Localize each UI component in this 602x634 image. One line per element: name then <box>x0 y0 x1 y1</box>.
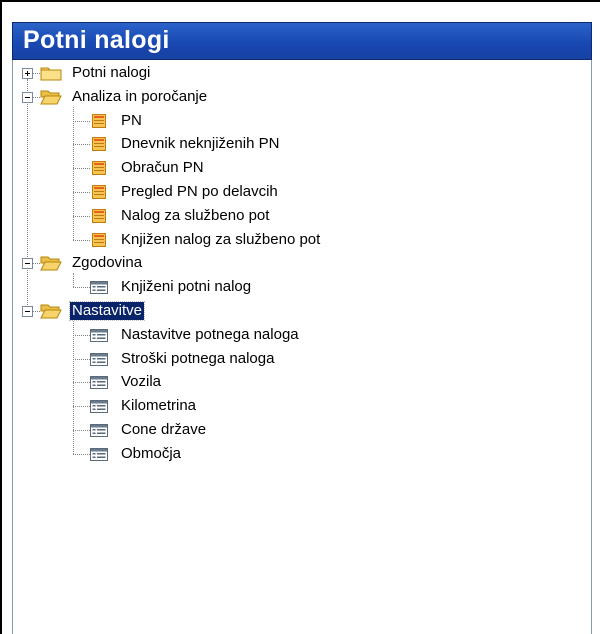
tree-connector <box>33 311 40 312</box>
tree-node-label[interactable]: Potni nalogi <box>70 64 152 82</box>
tree-item-label[interactable]: Stroški potnega naloga <box>119 350 276 368</box>
tree-child-item[interactable]: Dnevnik neknjiženih PN <box>13 133 573 155</box>
report-icon <box>92 208 106 223</box>
tree-child-item[interactable]: Stroški potnega naloga <box>13 348 573 370</box>
tree-item-label[interactable]: Knjiženi potni nalog <box>119 278 253 296</box>
report-icon <box>92 232 106 247</box>
tree-connector <box>73 453 90 455</box>
tree-item-label[interactable]: Pregled PN po delavcih <box>119 183 280 201</box>
tree-connector <box>73 239 90 241</box>
collapse-minus-icon[interactable] <box>22 91 33 103</box>
tree-item-label[interactable]: Obračun PN <box>119 159 206 177</box>
form-icon <box>90 328 108 342</box>
tree-connector <box>73 287 90 289</box>
window-header: Potni nalogi <box>12 22 592 60</box>
tree-connector <box>73 168 90 170</box>
tree-connector <box>33 96 40 98</box>
tree-child-item[interactable]: PN <box>13 110 573 132</box>
tree-child-item[interactable]: Obračun PN <box>13 157 573 179</box>
tree-panel[interactable]: Potni nalogi Analiza in poročanje PN Dnevni… <box>12 60 592 634</box>
folder-icon <box>40 65 62 81</box>
tree-item-label[interactable]: Vozila <box>119 373 163 391</box>
tree-vertical-connector <box>73 273 74 288</box>
tree-connector <box>73 120 90 122</box>
tree-item-label[interactable]: Cone države <box>119 421 208 439</box>
tree-connector <box>73 358 90 360</box>
form-icon <box>90 400 108 414</box>
folder-open-icon <box>40 255 62 271</box>
form-icon <box>90 281 108 295</box>
tree-connector <box>33 263 40 265</box>
tree-connector <box>73 192 90 193</box>
tree-item-label[interactable]: Nastavitve potnega naloga <box>119 326 301 344</box>
report-icon <box>92 113 106 128</box>
tree-child-item[interactable]: Nastavitve potnega naloga <box>13 324 573 346</box>
collapse-minus-icon[interactable] <box>22 306 33 317</box>
tree-item-label[interactable]: PN <box>119 112 144 130</box>
collapse-minus-icon[interactable] <box>22 258 33 270</box>
navigation-tree[interactable]: Potni nalogi Analiza in poročanje PN Dnevni… <box>13 60 591 634</box>
report-icon <box>92 137 106 152</box>
tree-child-item[interactable]: Cone države <box>13 419 573 441</box>
tree-item-label[interactable]: Nalog za službeno pot <box>119 207 271 225</box>
tree-connector <box>73 382 90 384</box>
tree-connector <box>73 406 90 408</box>
report-icon <box>92 185 106 199</box>
tree-child-item[interactable]: Območja <box>13 443 573 465</box>
tree-item-label[interactable]: Knjižen nalog za službeno pot <box>119 231 322 249</box>
tree-child-item[interactable]: Nalog za službeno pot <box>13 205 573 227</box>
tree-connector <box>73 144 90 146</box>
tree-item-label[interactable]: Območja <box>119 445 183 463</box>
form-icon <box>90 376 108 390</box>
form-icon <box>90 352 108 366</box>
expand-plus-icon[interactable] <box>22 68 33 79</box>
window-title: Potni nalogi <box>23 26 170 54</box>
tree-item-label[interactable]: Kilometrina <box>119 397 198 415</box>
tree-item-label[interactable]: Dnevnik neknjiženih PN <box>119 135 281 153</box>
tree-node-label[interactable]: Analiza in poročanje <box>70 88 209 106</box>
tree-node-label[interactable]: Nastavitve <box>68 301 146 321</box>
tree-vertical-connector <box>73 320 74 454</box>
form-icon <box>90 424 108 437</box>
tree-connector <box>73 334 90 336</box>
tree-child-item[interactable]: Kilometrina <box>13 395 573 417</box>
folder-open-icon <box>40 303 62 319</box>
tree-node-2[interactable]: Analiza in poročanje <box>13 86 573 108</box>
tree-node-4[interactable]: Nastavitve <box>13 300 573 322</box>
form-icon <box>90 447 108 461</box>
report-icon <box>92 161 106 176</box>
tree-connector <box>73 430 90 431</box>
tree-child-item[interactable]: Knjižen nalog za službeno pot <box>13 229 573 251</box>
tree-child-item[interactable]: Pregled PN po delavcih <box>13 181 573 203</box>
tree-node-3[interactable]: Zgodovina <box>13 252 573 274</box>
tree-child-item[interactable]: Vozila <box>13 371 573 393</box>
tree-child-item[interactable]: Knjiženi potni nalog <box>13 276 573 298</box>
tree-node-label[interactable]: Zgodovina <box>70 254 144 272</box>
tree-connector <box>73 215 90 217</box>
tree-connector <box>33 73 40 74</box>
tree-node-1[interactable]: Potni nalogi <box>13 62 573 84</box>
tree-vertical-connector <box>73 106 74 240</box>
folder-open-icon <box>40 89 62 105</box>
